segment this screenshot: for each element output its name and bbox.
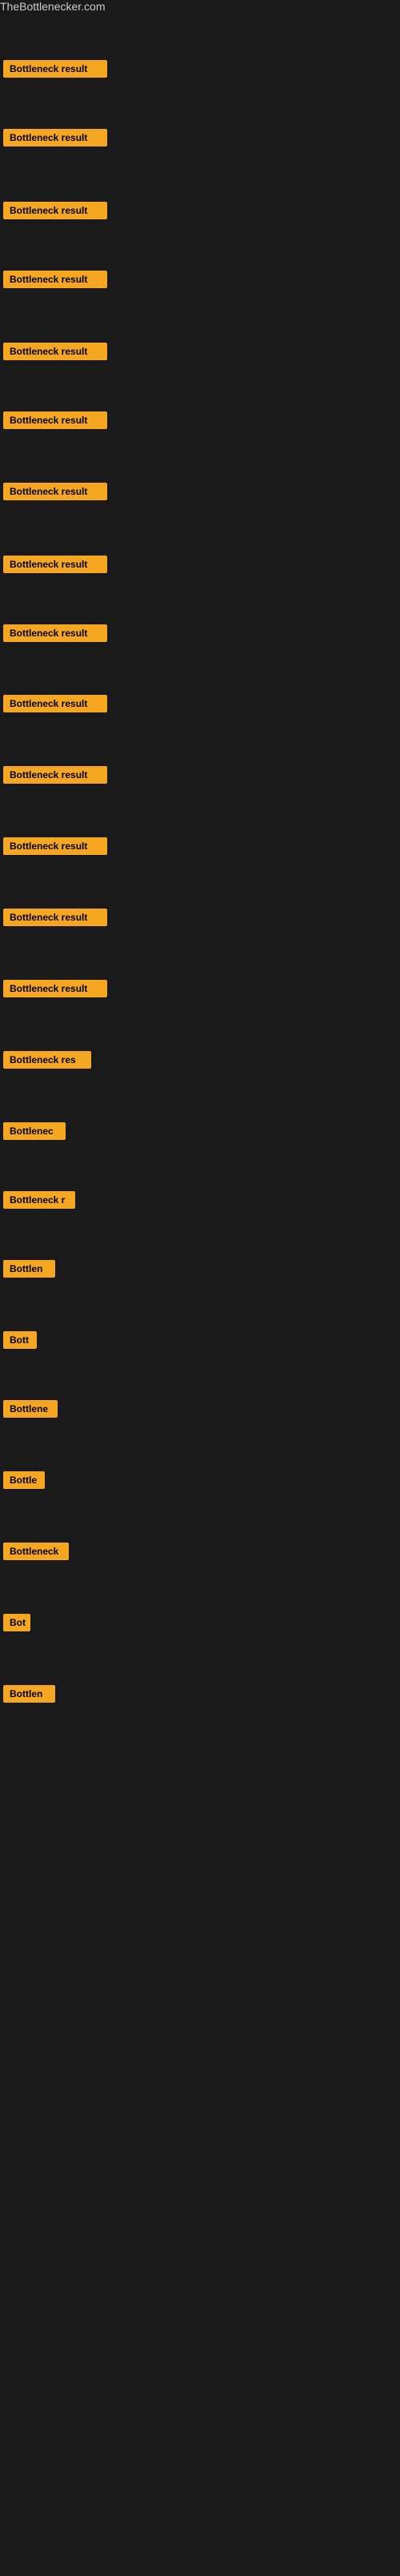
bottleneck-badge-22[interactable]: Bottleneck <box>3 1543 69 1560</box>
result-row-2: Bottleneck result <box>3 129 107 150</box>
result-row-13: Bottleneck result <box>3 909 107 930</box>
bottleneck-badge-24[interactable]: Bottlen <box>3 1685 55 1703</box>
result-row-20: Bottlene <box>3 1400 58 1422</box>
result-row-11: Bottleneck result <box>3 766 107 788</box>
bottleneck-badge-21[interactable]: Bottle <box>3 1471 45 1489</box>
result-row-6: Bottleneck result <box>3 411 107 433</box>
result-row-5: Bottleneck result <box>3 343 107 364</box>
site-title: TheBottlenecker.com <box>0 0 400 14</box>
bottleneck-badge-9[interactable]: Bottleneck result <box>3 624 107 642</box>
badges-container: Bottleneck result Bottleneck result Bottle… <box>0 14 400 2576</box>
result-row-16: Bottlenec <box>3 1122 66 1144</box>
bottleneck-badge-16[interactable]: Bottlenec <box>3 1122 66 1140</box>
result-row-14: Bottleneck result <box>3 980 107 1001</box>
result-row-3: Bottleneck result <box>3 202 107 223</box>
bottleneck-badge-17[interactable]: Bottleneck r <box>3 1191 75 1209</box>
bottleneck-badge-3[interactable]: Bottleneck result <box>3 202 107 219</box>
result-row-23: Bot <box>3 1614 30 1635</box>
result-row-12: Bottleneck result <box>3 837 107 859</box>
result-row-9: Bottleneck result <box>3 624 107 646</box>
bottleneck-badge-11[interactable]: Bottleneck result <box>3 766 107 784</box>
bottleneck-badge-18[interactable]: Bottlen <box>3 1260 55 1278</box>
bottleneck-badge-7[interactable]: Bottleneck result <box>3 483 107 500</box>
bottleneck-badge-23[interactable]: Bot <box>3 1614 30 1631</box>
result-row-4: Bottleneck result <box>3 271 107 292</box>
result-row-10: Bottleneck result <box>3 695 107 716</box>
bottleneck-badge-8[interactable]: Bottleneck result <box>3 556 107 573</box>
bottleneck-badge-14[interactable]: Bottleneck result <box>3 980 107 997</box>
bottleneck-badge-15[interactable]: Bottleneck res <box>3 1051 91 1069</box>
bottleneck-badge-10[interactable]: Bottleneck result <box>3 695 107 712</box>
bottleneck-badge-19[interactable]: Bott <box>3 1331 37 1349</box>
bottleneck-badge-4[interactable]: Bottleneck result <box>3 271 107 288</box>
bottleneck-badge-6[interactable]: Bottleneck result <box>3 411 107 429</box>
result-row-7: Bottleneck result <box>3 483 107 504</box>
result-row-22: Bottleneck <box>3 1543 69 1564</box>
result-row-18: Bottlen <box>3 1260 55 1282</box>
result-row-21: Bottle <box>3 1471 45 1493</box>
result-row-17: Bottleneck r <box>3 1191 75 1213</box>
result-row-8: Bottleneck result <box>3 556 107 577</box>
result-row-24: Bottlen <box>3 1685 55 1707</box>
bottleneck-badge-20[interactable]: Bottlene <box>3 1400 58 1418</box>
result-row-1: Bottleneck result <box>3 60 107 82</box>
bottleneck-badge-1[interactable]: Bottleneck result <box>3 60 107 78</box>
bottleneck-badge-2[interactable]: Bottleneck result <box>3 129 107 146</box>
bottleneck-badge-13[interactable]: Bottleneck result <box>3 909 107 926</box>
bottleneck-badge-5[interactable]: Bottleneck result <box>3 343 107 360</box>
bottleneck-badge-12[interactable]: Bottleneck result <box>3 837 107 855</box>
result-row-15: Bottleneck res <box>3 1051 91 1073</box>
result-row-19: Bott <box>3 1331 37 1353</box>
